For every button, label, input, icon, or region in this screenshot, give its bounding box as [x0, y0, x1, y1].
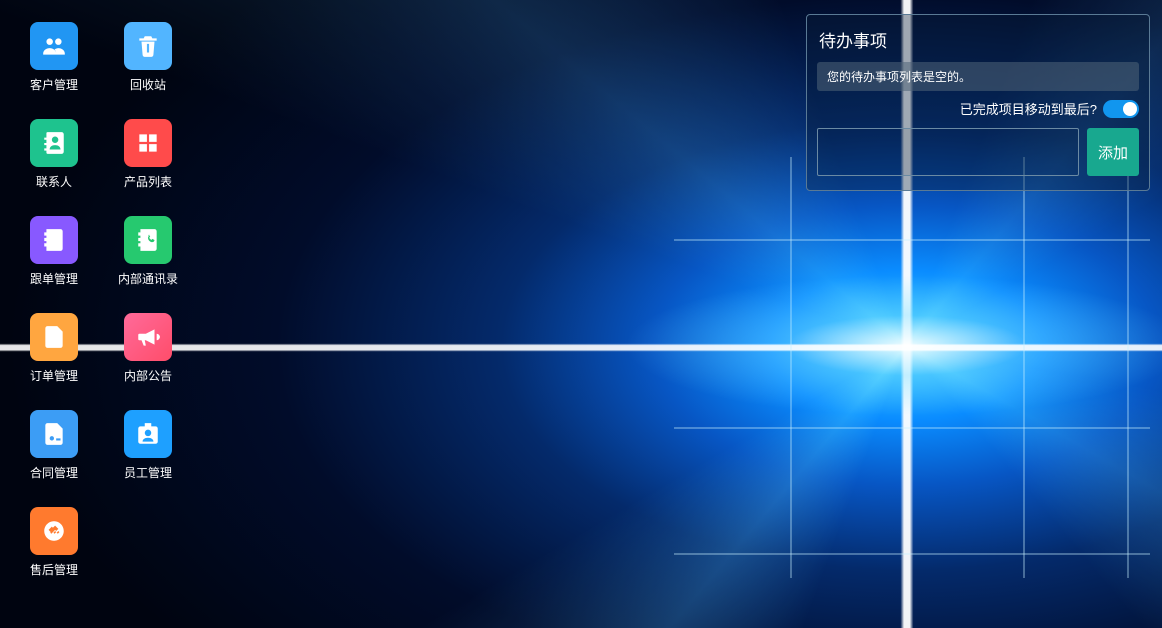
- desktop-icon-document[interactable]: 订单管理: [24, 313, 84, 384]
- trash-icon: [124, 22, 172, 70]
- megaphone-icon: [124, 313, 172, 361]
- desktop-icon-orderbook[interactable]: 跟单管理: [24, 216, 84, 287]
- phonebook-icon: [124, 216, 172, 264]
- todo-move-completed-row: 已完成项目移动到最后?: [817, 99, 1139, 118]
- desktop-icon-label: 订单管理: [30, 367, 78, 384]
- desktop-icon-column-2: 回收站产品列表内部通讯录内部公告员工管理: [118, 22, 178, 578]
- desktop-icon-label: 合同管理: [30, 464, 78, 481]
- badge-icon: [124, 410, 172, 458]
- todo-add-button[interactable]: 添加: [1087, 128, 1139, 176]
- todo-panel: 待办事项 您的待办事项列表是空的。 已完成项目移动到最后? 添加: [806, 14, 1150, 191]
- todo-input-row: 添加: [817, 128, 1139, 176]
- desktop-icon-column-1: 客户管理联系人跟单管理订单管理合同管理售后管理: [24, 22, 84, 578]
- handshake-icon: [30, 507, 78, 555]
- grid-icon: [124, 119, 172, 167]
- contract-icon: [30, 410, 78, 458]
- desktop-icon-megaphone[interactable]: 内部公告: [118, 313, 178, 384]
- desktop-icon-label: 回收站: [130, 76, 166, 93]
- desktop-icon-grid[interactable]: 产品列表: [118, 119, 178, 190]
- desktop-icon-label: 联系人: [36, 173, 72, 190]
- users-icon: [30, 22, 78, 70]
- desktop-icon-phonebook[interactable]: 内部通讯录: [118, 216, 178, 287]
- todo-input[interactable]: [817, 128, 1079, 176]
- desktop-icon-label: 售后管理: [30, 561, 78, 578]
- orderbook-icon: [30, 216, 78, 264]
- todo-title: 待办事项: [817, 27, 1139, 52]
- todo-empty-message: 您的待办事项列表是空的。: [817, 62, 1139, 91]
- todo-move-completed-label: 已完成项目移动到最后?: [960, 99, 1097, 118]
- desktop-icon-label: 产品列表: [124, 173, 172, 190]
- desktop-icons-area: 客户管理联系人跟单管理订单管理合同管理售后管理 回收站产品列表内部通讯录内部公告…: [24, 22, 178, 578]
- desktop-icon-contacts[interactable]: 联系人: [24, 119, 84, 190]
- desktop-icon-contract[interactable]: 合同管理: [24, 410, 84, 481]
- desktop-icon-label: 内部通讯录: [118, 270, 178, 287]
- desktop-icon-badge[interactable]: 员工管理: [118, 410, 178, 481]
- desktop-icon-label: 员工管理: [124, 464, 172, 481]
- desktop-icon-trash[interactable]: 回收站: [118, 22, 178, 93]
- move-completed-toggle[interactable]: [1103, 100, 1139, 118]
- desktop-icon-label: 跟单管理: [30, 270, 78, 287]
- document-icon: [30, 313, 78, 361]
- desktop-icon-label: 客户管理: [30, 76, 78, 93]
- contacts-icon: [30, 119, 78, 167]
- desktop-icon-users[interactable]: 客户管理: [24, 22, 84, 93]
- desktop-icon-label: 内部公告: [124, 367, 172, 384]
- desktop-icon-handshake[interactable]: 售后管理: [24, 507, 84, 578]
